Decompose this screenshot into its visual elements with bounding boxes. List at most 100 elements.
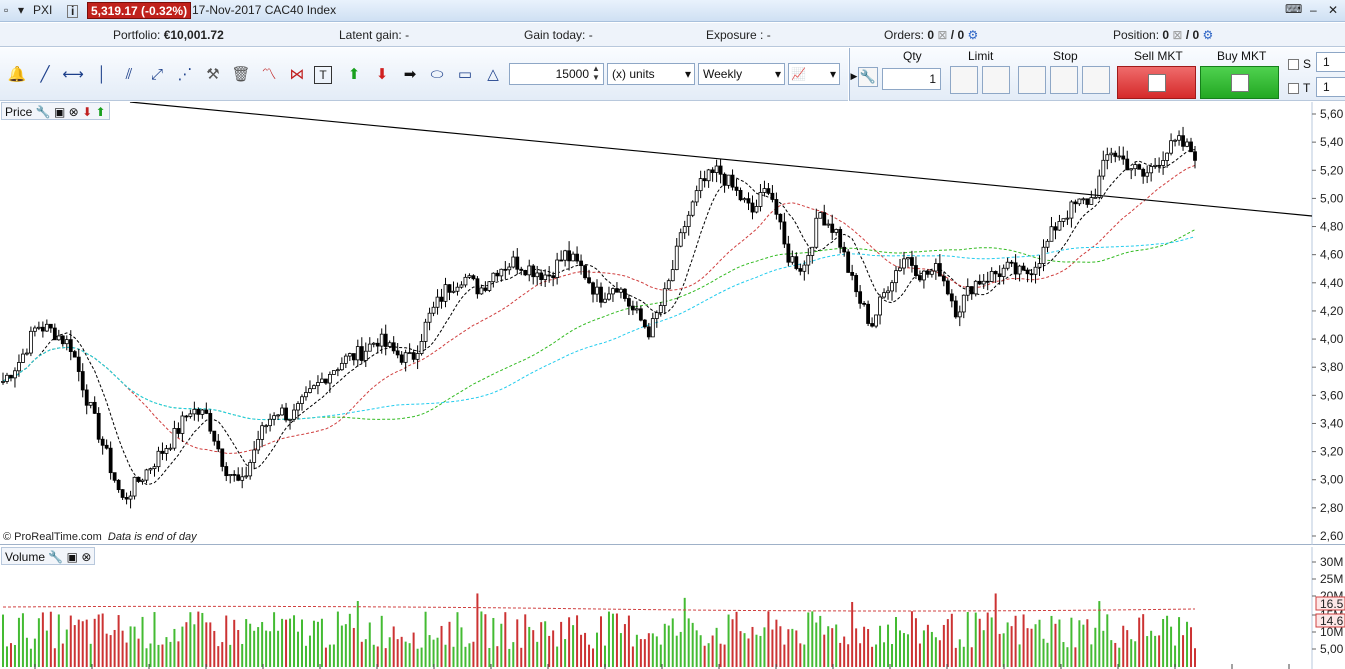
candle-body xyxy=(539,272,544,280)
candle-body xyxy=(874,314,878,327)
candle-body xyxy=(72,351,77,358)
candle-body xyxy=(491,272,496,283)
channel-tool-icon[interactable]: ⫽ xyxy=(118,65,140,85)
wrench-icon[interactable]: 🔧 xyxy=(858,67,878,87)
volume-bar xyxy=(771,629,774,667)
vertical-line-icon[interactable]: │ xyxy=(91,65,113,85)
candle-body xyxy=(44,323,49,332)
limit-sell-icon[interactable] xyxy=(982,66,1010,94)
volume-chart-panel[interactable]: 30M25M20M15M10M5,00 16.5 14.6 Volume 🔧 ▣… xyxy=(0,547,1345,669)
stop-limit-icon[interactable] xyxy=(1082,66,1110,94)
timeframe-select[interactable]: Weekly ▾ xyxy=(698,63,785,85)
candle-body xyxy=(36,326,41,329)
stop-sell-icon[interactable] xyxy=(1050,66,1078,94)
minimize-icon[interactable]: ‒ xyxy=(1310,3,1317,17)
candle-body xyxy=(599,286,603,303)
wrench-icon[interactable]: 🔧 xyxy=(48,550,63,564)
candle-body xyxy=(232,474,237,476)
volume-bar xyxy=(855,628,858,667)
info-icon[interactable]: i xyxy=(67,5,79,18)
alert-bell-icon[interactable]: 🔔 xyxy=(6,65,28,85)
candle-body xyxy=(451,290,456,293)
candle-body xyxy=(515,256,520,270)
volume-bar xyxy=(448,621,451,667)
horizontal-line-icon[interactable]: ⟷ xyxy=(62,65,84,85)
checkbox-t[interactable] xyxy=(1288,83,1299,95)
price-chart-panel[interactable]: 5,60 5,40 5,20 5,00 4,80 4,60 4,40 4,20 4,00 3,80… xyxy=(0,102,1345,545)
candle-body xyxy=(296,403,300,411)
price-chart[interactable]: 5,60 5,40 5,20 5,00 4,80 4,60 4,40 4,20 4,00 3,80… xyxy=(0,102,1345,545)
trendline[interactable] xyxy=(129,102,1313,217)
limit-buy-icon[interactable] xyxy=(950,66,978,94)
volume-bar xyxy=(356,601,359,667)
window-icon[interactable]: ▫ xyxy=(4,3,8,17)
text-tool-icon[interactable]: T xyxy=(314,66,332,84)
candle-body xyxy=(124,497,129,500)
triangle-tool-icon[interactable]: △ xyxy=(482,65,504,85)
units-select[interactable]: (x) units ▾ xyxy=(607,63,695,85)
volume-bar xyxy=(926,624,929,667)
buy-mkt-button[interactable] xyxy=(1200,66,1279,99)
candle-body xyxy=(1,381,5,383)
move-down-icon[interactable]: ⬇ xyxy=(82,105,92,119)
arrow-up-icon[interactable]: ⬆ xyxy=(343,65,365,85)
side-t-row[interactable]: T xyxy=(1288,81,1310,95)
volume-bar xyxy=(89,643,92,667)
zigzag-tool-icon[interactable]: ⋈ xyxy=(286,65,308,85)
indicator-button[interactable]: 📈 ▾ xyxy=(788,63,840,85)
moving-average-line xyxy=(2,149,1196,485)
side-t-input[interactable]: 1 xyxy=(1316,77,1345,97)
fibonacci-tool-icon[interactable]: ⤢ xyxy=(146,65,168,85)
candle-body xyxy=(1077,198,1082,205)
sell-mkt-button[interactable] xyxy=(1117,66,1196,99)
stop-buy-icon[interactable] xyxy=(1018,66,1046,94)
arrow-right-icon[interactable]: ➡ xyxy=(399,65,421,85)
expand-arrow-icon[interactable]: ▶ xyxy=(850,66,858,86)
price-tick-label: 4,40 xyxy=(1320,276,1344,290)
quantity-stepper[interactable]: ▲ ▼ xyxy=(592,64,600,82)
tools-icon[interactable]: ⚒ xyxy=(202,65,224,85)
side-s-input[interactable]: 1 xyxy=(1316,52,1345,72)
line-tool-icon[interactable]: ╱ xyxy=(34,65,56,85)
wrench-icon[interactable]: 🔧 xyxy=(36,105,51,119)
candle-body xyxy=(567,250,572,262)
close-icon[interactable]: ✕ xyxy=(1328,3,1338,17)
volume-bar xyxy=(1054,623,1057,667)
trash-icon[interactable]: 🗑 xyxy=(230,65,252,85)
close-panel-icon[interactable]: ⊗ xyxy=(69,105,79,119)
window-icon[interactable]: ▣ xyxy=(67,550,78,564)
ellipse-tool-icon[interactable]: ⬭ xyxy=(426,65,448,85)
volume-bar xyxy=(623,624,626,667)
menu-label[interactable]: PXI xyxy=(33,3,52,17)
qty-input[interactable]: 1 xyxy=(882,68,941,90)
candle-body xyxy=(650,318,655,338)
volume-bar xyxy=(1046,642,1049,667)
close-panel-icon[interactable]: ⊗ xyxy=(81,550,91,564)
volume-bar xyxy=(209,622,212,667)
arrow-down-icon[interactable]: ⬇ xyxy=(371,65,393,85)
candle-body xyxy=(511,256,516,268)
rectangle-tool-icon[interactable]: ▭ xyxy=(454,65,476,85)
volume-bar xyxy=(811,611,814,667)
window-icon[interactable]: ▣ xyxy=(54,105,65,119)
volume-bar xyxy=(113,629,116,667)
position-status[interactable]: Position: 0 ⊠ / 0 ⚙ xyxy=(1113,28,1213,42)
keyboard-icon[interactable]: ⌨ xyxy=(1285,2,1302,16)
parallel-lines-icon[interactable]: ⋰ xyxy=(174,65,196,85)
candle-body xyxy=(1009,261,1014,264)
volume-chart[interactable]: 30M25M20M15M10M5,00 16.5 14.6 xyxy=(0,547,1345,669)
volume-bar xyxy=(185,622,188,667)
orders-status[interactable]: Orders: 0 ⊠ / 0 ⚙ xyxy=(884,28,978,42)
side-s-row[interactable]: S xyxy=(1288,57,1311,71)
volume-bar xyxy=(5,646,8,667)
pattern-tool-icon[interactable]: 〽 xyxy=(258,65,280,85)
candle-body xyxy=(1149,166,1154,174)
checkbox-s[interactable] xyxy=(1288,59,1299,71)
candle-body xyxy=(431,306,436,314)
quantity-input[interactable]: 15000 xyxy=(509,63,604,85)
chevron-down-icon[interactable]: ▾ xyxy=(18,3,24,17)
move-up-icon[interactable]: ⬆ xyxy=(95,105,105,119)
volume-bar xyxy=(556,646,559,667)
candle-body xyxy=(882,292,886,298)
volume-bar xyxy=(245,619,248,667)
